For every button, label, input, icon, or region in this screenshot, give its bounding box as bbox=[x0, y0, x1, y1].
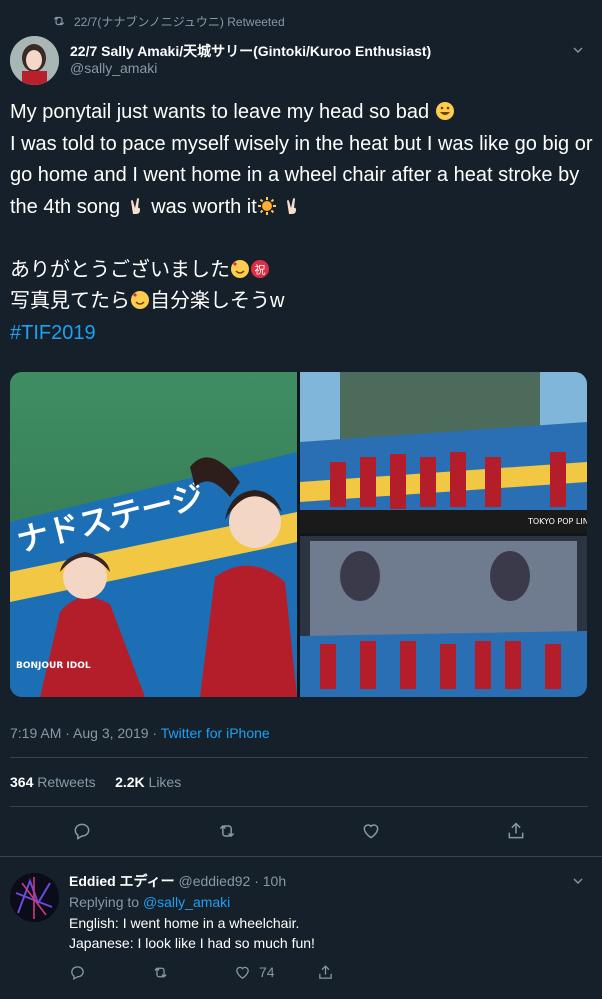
reply-body: English: I went home in a wheelchair. Ja… bbox=[69, 915, 315, 951]
like-heart-icon[interactable] bbox=[361, 821, 381, 841]
retweet-icon bbox=[53, 16, 65, 26]
retweet-banner[interactable]: 22/7(ナナブンノニジュウニ) Retweeted bbox=[52, 12, 285, 30]
reply-author-avatar[interactable] bbox=[10, 873, 59, 922]
retweets-label: Retweets bbox=[37, 774, 96, 790]
replying-to: Replying to @sally_amaki bbox=[69, 893, 230, 911]
media-logo-text: BONJOUR IDOL bbox=[16, 661, 91, 671]
smiling-hearts-emoji-icon bbox=[131, 291, 149, 309]
tweet-actions bbox=[10, 816, 588, 846]
divider bbox=[0, 856, 602, 857]
tweet-meta: 7:19 AM · Aug 3, 2019 · Twitter for iPho… bbox=[10, 723, 270, 743]
tweet-text-line4a: 写真見てたら bbox=[10, 290, 130, 312]
likes-label: Likes bbox=[148, 774, 182, 790]
tweet-text-line4b: 自分楽しそうw bbox=[150, 290, 285, 312]
reply-tweet[interactable]: Eddied エディー @eddied92 · 10h Replying to … bbox=[0, 858, 602, 999]
reply-retweet-button[interactable] bbox=[152, 964, 235, 981]
media-photo-top-right[interactable]: TOKYO POP LINE bbox=[300, 372, 587, 533]
tweet-media[interactable]: ナドステージ BONJOUR IDOL TOKYO POP LINE bbox=[10, 372, 587, 697]
retweet-icon[interactable] bbox=[217, 821, 237, 841]
likes-count: 2.2K bbox=[115, 774, 145, 790]
reply-author-handle[interactable]: @eddied92 bbox=[178, 873, 250, 889]
likes-stat[interactable]: 2.2K Likes bbox=[115, 774, 181, 790]
retweet-icon bbox=[153, 966, 167, 978]
divider bbox=[10, 757, 588, 758]
retweets-count: 364 bbox=[10, 774, 34, 790]
reply-share-button[interactable] bbox=[317, 964, 400, 981]
sun-emoji-icon bbox=[257, 196, 276, 215]
reply-icon[interactable] bbox=[72, 821, 92, 841]
reply-icon bbox=[71, 965, 84, 980]
reply-header: Eddied エディー @eddied92 · 10h bbox=[69, 873, 287, 889]
author-display-name[interactable]: 22/7 Sally Amaki/天城サリー(Gintoki/Kuroo Ent… bbox=[70, 43, 431, 60]
like-heart-icon bbox=[236, 966, 249, 979]
media-watermark-text: TOKYO POP LINE bbox=[527, 517, 587, 526]
retweets-stat[interactable]: 364 Retweets bbox=[10, 774, 96, 790]
tweet-text-line1: My ponytail just wants to leave my head … bbox=[10, 101, 435, 123]
retweet-banner-text: 22/7(ナナブンノニジュウニ) Retweeted bbox=[74, 14, 285, 29]
replying-to-label: Replying to bbox=[69, 894, 143, 910]
reply-time[interactable]: 10h bbox=[263, 873, 286, 889]
tweet-author: 22/7 Sally Amaki/天城サリー(Gintoki/Kuroo Ent… bbox=[10, 36, 592, 86]
victory-hand-icon bbox=[287, 197, 297, 214]
tweet-text: My ponytail just wants to leave my head … bbox=[10, 97, 595, 349]
tweet-stats: 364 Retweets 2.2K Likes bbox=[10, 772, 181, 792]
tweet-time[interactable]: 7:19 AM · Aug 3, 2019 · bbox=[10, 725, 161, 741]
share-icon[interactable] bbox=[506, 821, 526, 841]
congratulations-emoji-icon: 祝 bbox=[251, 259, 269, 278]
reply-like-button[interactable]: 74 bbox=[234, 964, 317, 981]
chevron-down-icon[interactable] bbox=[570, 873, 586, 889]
smiling-hearts-emoji-icon bbox=[231, 259, 249, 278]
media-photo-bottom-right[interactable] bbox=[300, 536, 587, 697]
reply-reply-button[interactable] bbox=[69, 964, 152, 981]
replying-to-handle[interactable]: @sally_amaki bbox=[143, 894, 230, 910]
author-avatar[interactable] bbox=[10, 36, 59, 85]
svg-text:祝: 祝 bbox=[255, 262, 266, 276]
author-handle[interactable]: @sally_amaki bbox=[70, 60, 431, 77]
reply-actions: 74 bbox=[69, 961, 399, 983]
hashtag-link[interactable]: #TIF2019 bbox=[10, 322, 96, 344]
rofl-emoji-icon bbox=[435, 102, 454, 120]
tweet-source[interactable]: Twitter for iPhone bbox=[161, 725, 270, 741]
chevron-down-icon[interactable] bbox=[570, 42, 586, 58]
victory-hand-icon bbox=[130, 197, 140, 214]
tweet-text-line3: ありがとうございました bbox=[10, 258, 230, 281]
divider bbox=[10, 806, 588, 807]
media-photo-main[interactable]: ナドステージ BONJOUR IDOL bbox=[10, 372, 297, 697]
share-icon bbox=[318, 964, 332, 979]
reply-likes-count: 74 bbox=[259, 964, 275, 980]
tweet-text-line2b: was worth it bbox=[145, 195, 257, 218]
reply-author-display-name[interactable]: Eddied エディー bbox=[69, 873, 175, 889]
